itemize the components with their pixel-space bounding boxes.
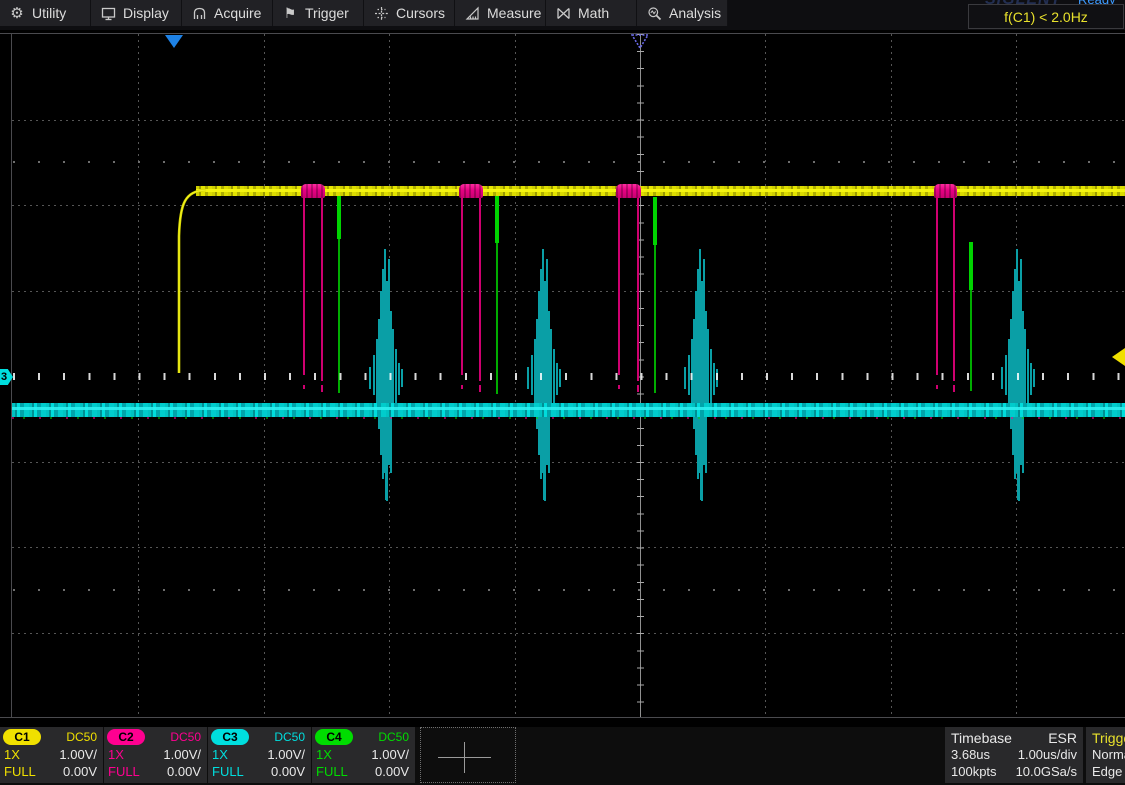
display-icon [100,5,116,21]
menu-item-math[interactable]: Math [546,0,637,26]
channel-probe: 1X [212,747,228,762]
menu-item-trigger[interactable]: ⚑ Trigger [273,0,364,26]
c2-burst-pulse [616,184,641,198]
trigger-descriptor[interactable]: Trigger Normal Edge [1086,727,1125,783]
oscilloscope-screen: ⚙ Utility Display Acquire ⚑ Trigger Cursors Mea… [0,0,1125,785]
channel-scale: 1.00V/ [267,747,305,762]
channel-box-c2[interactable]: C2 DC50 1X 1.00V/ FULL 0.00V [104,727,207,783]
channel-offset: 0.00V [167,764,201,779]
channel-scale: 1.00V/ [371,747,409,762]
menu-item-cursors[interactable]: Cursors [364,0,455,26]
gear-icon: ⚙ [9,5,25,21]
timebase-sample-rate: 10.0GSa/s [1016,764,1077,779]
measure-drop-zone[interactable] [420,727,516,783]
channel-coupling: DC50 [274,730,305,744]
c2-burst-pulse [459,184,483,198]
menu-item-label: Display [123,5,169,21]
timebase-label: Timebase [951,730,1012,746]
channel-badge: C3 [211,729,249,745]
center-horizontal-axis-ticks [13,373,1125,380]
channel-scale: 1.00V/ [163,747,201,762]
waveform-display[interactable]: 3 [0,33,1125,718]
menu-item-measure[interactable]: Measure [455,0,546,26]
menu: ⚙ Utility Display Acquire ⚑ Trigger Cursors Mea… [0,0,728,26]
timebase-delay: 3.68us [951,747,990,762]
measure-icon [464,5,480,21]
trigger-frequency-value: f(C1) < 2.0Hz [1004,9,1088,25]
menu-item-utility[interactable]: ⚙ Utility [0,0,91,26]
channel-bandwidth: FULL [316,764,348,779]
trigger-frequency-box: f(C1) < 2.0Hz [968,4,1124,29]
horizontal-reference-marker [631,34,649,49]
c2-burst-pulse [301,184,325,198]
c3-trace [12,403,1125,417]
menu-item-label: Measure [487,5,541,21]
channel-badge: C2 [107,729,145,745]
acquire-icon [191,5,207,21]
menu-item-display[interactable]: Display [91,0,182,26]
analysis-icon [646,5,662,21]
menu-item-label: Trigger [305,5,349,21]
timebase-points: 100kpts [951,764,997,779]
channel-box-c4[interactable]: C4 DC50 1X 1.00V/ FULL 0.00V [312,727,415,783]
channel-bandwidth: FULL [108,764,140,779]
menu-item-analysis[interactable]: Analysis [637,0,728,26]
channel-offset: 0.00V [375,764,409,779]
menu-item-label: Cursors [396,5,445,21]
trigger-mode: Normal [1092,747,1125,762]
timebase-mode: ESR [1048,730,1077,746]
menu-item-acquire[interactable]: Acquire [182,0,273,26]
c3-trace-core [12,407,1125,410]
channel-bandwidth: FULL [4,764,36,779]
trigger-label: Trigger [1092,730,1125,746]
channel-probe: 1X [108,747,124,762]
channel-offset: 0.00V [271,764,305,779]
channel-badge: C4 [315,729,353,745]
status-bar: C1 DC50 1X 1.00V/ FULL 0.00V C2 DC50 1X … [0,727,1125,785]
trigger-level-marker[interactable] [1112,348,1125,366]
channel-probe: 1X [316,747,332,762]
menu-item-label: Analysis [669,5,721,21]
crosshair-icon-vertical [464,742,465,773]
channel-probe: 1X [4,747,20,762]
c2-burst-pulse [934,184,957,198]
trigger-position-marker[interactable] [165,35,183,48]
menu-item-label: Acquire [214,5,261,21]
channel-box-c3[interactable]: C3 DC50 1X 1.00V/ FULL 0.00V [208,727,311,783]
channel-box-c1[interactable]: C1 DC50 1X 1.00V/ FULL 0.00V [0,727,103,783]
trigger-type: Edge [1092,764,1122,779]
channel-bandwidth: FULL [212,764,244,779]
timebase-descriptor[interactable]: Timebase ESR 3.68us 1.00us/div 100kpts 1… [945,727,1083,783]
channel-coupling: DC50 [170,730,201,744]
channel-offset: 0.00V [63,764,97,779]
channel-badge: C1 [3,729,41,745]
math-icon [555,5,571,21]
menu-item-label: Math [578,5,609,21]
timebase-scale: 1.00us/div [1018,747,1077,762]
flag-icon: ⚑ [282,5,298,21]
channel-coupling: DC50 [378,730,409,744]
channel-scale: 1.00V/ [59,747,97,762]
channel-coupling: DC50 [66,730,97,744]
top-menu-bar: ⚙ Utility Display Acquire ⚑ Trigger Cursors Mea… [0,0,1125,30]
c2-c4-baseline-speckle [12,417,1125,419]
menu-item-label: Utility [32,5,66,21]
cursors-icon [373,5,389,21]
